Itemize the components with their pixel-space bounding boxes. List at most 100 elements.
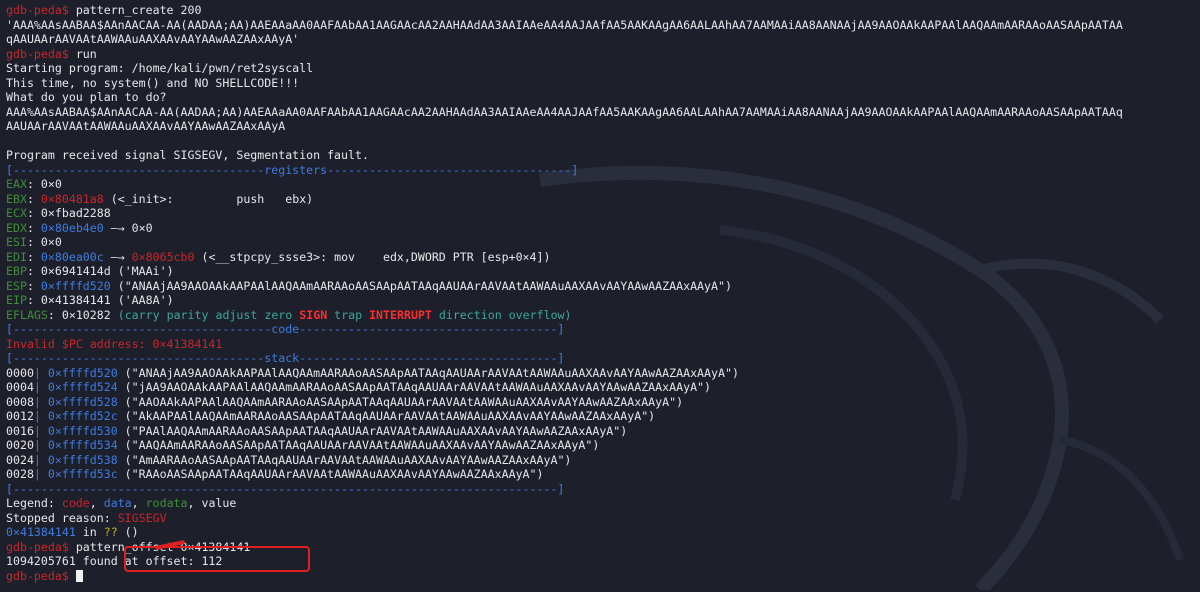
- stack-value: ("RAAoAASAApAATAAqAAUAArAAVAAtAAWAAuAAXA…: [117, 467, 544, 481]
- stack-row: 0012| 0×ffffd52c ("AkAAPAAlAAQAAmAARAAoA…: [6, 409, 656, 423]
- register-name: ECX: [6, 206, 27, 220]
- stack-row: 0016| 0×ffffd530 ("PAAlAAQAAmAARAAoAASAA…: [6, 423, 628, 438]
- stack-offset: 0020: [6, 438, 34, 452]
- stack-offset: 0000: [6, 365, 34, 380]
- frame-args: (): [117, 525, 139, 539]
- flag-adjust: adjust: [215, 307, 258, 322]
- text-cursor: [75, 569, 83, 582]
- legend-data: data: [103, 496, 132, 510]
- stack-offset: 0024: [6, 452, 34, 467]
- register-detail: ('MAAi'): [110, 264, 174, 278]
- register-esp: ESP: 0×ffffd520 ("ANAAjAA9AAOAAkAAPAAlAA…: [6, 278, 732, 293]
- stack-row: 0024| 0×ffffd538 ("AmAARAAoAASAApAATAAqA…: [6, 452, 572, 467]
- flag-parity: parity: [166, 307, 209, 322]
- stack-value: ("AAOAAkAAPAAlAAQAAmAARAAoAASAApAATAAqAA…: [117, 394, 684, 409]
- legend-separator: ,: [187, 496, 202, 510]
- register-value: 0×ffffd520: [40, 278, 111, 293]
- stack-value: ("AAQAAmAARAAoAASAApAATAAqAAUAArAAVAAtAA…: [117, 438, 600, 452]
- register-ebx: EBX: 0×80481a8 (<_init>: push ebx): [6, 191, 314, 206]
- register-detail: (<__stpcpy_ssse3>: mov edx,DWORD PTR [es…: [194, 249, 551, 264]
- output-line: This time, no system() and NO SHELLCODE!…: [6, 75, 300, 90]
- register-ecx: ECX: 0×fbad2288: [6, 206, 111, 220]
- output-line: 'AAA%AAsAABAA$AAnAACAA-AA(AADAA;AA)AAEAA…: [6, 17, 1123, 32]
- register-detail: (<_init>: push ebx): [103, 191, 314, 206]
- stack-value: ("AkAAPAAlAAQAAmAARAAoAASAApAATAAqAAUAAr…: [117, 409, 656, 423]
- register-name: EDX: [6, 220, 27, 235]
- command-line: gdb-peda$ pattern_create 200: [6, 3, 1196, 18]
- register-name: EBX: [6, 191, 27, 206]
- register-value: 0×41384141: [40, 293, 111, 307]
- stopped-prefix: Stopped reason:: [6, 510, 118, 525]
- register-value: 0×10282: [61, 307, 111, 322]
- output-line: AAUAArAAVAAtAAWAAuAAXAAvAAYAAwAAZAAxAAyA: [6, 119, 286, 133]
- flag-carry: carry: [124, 307, 160, 322]
- register-ebp: EBP: 0×6941414d ('MAAi'): [6, 264, 174, 278]
- stack-offset: 0004: [6, 380, 34, 394]
- legend-separator: ,: [89, 496, 104, 510]
- stack-address: 0×ffffd53c: [47, 467, 118, 481]
- stopped-reason: SIGSEGV: [117, 510, 167, 525]
- register-name: EBP: [6, 264, 27, 278]
- output-line: AAA%AAsAABAA$AAnAACAA-AA(AADAA;AA)AAEAAa…: [6, 104, 1123, 119]
- stack-value: ("jAA9AAOAAkAAPAAlAAQAAmAARAAoAASAApAATA…: [117, 380, 712, 394]
- end-divider: [---------------------------------------…: [6, 481, 565, 496]
- register-value: 0×80eb4e0: [40, 220, 104, 235]
- stack-address: 0×ffffd528: [47, 394, 118, 409]
- stack-divider: [------------------------------------sta…: [6, 351, 565, 365]
- stack-row: 0020| 0×ffffd534 ("AAQAAmAARAAoAASAApAAT…: [6, 438, 600, 452]
- stack-value: ("PAAlAAQAAmAARAAoAASAApAATAAqAAUAArAAVA…: [117, 423, 628, 438]
- arrow: —→: [103, 249, 132, 264]
- register-detail: —→ 0×0: [103, 220, 153, 235]
- register-value: 0×fbad2288: [40, 206, 111, 220]
- stack-value: ("AmAARAAoAASAApAATAAqAAUAArAAVAAtAAWAAu…: [117, 452, 572, 467]
- legend-value: value: [201, 496, 237, 510]
- flags-close: ): [564, 307, 572, 322]
- stack-address: 0×ffffd520: [47, 365, 118, 380]
- legend-rodata: rodata: [145, 496, 188, 510]
- register-name: ESP: [6, 278, 27, 293]
- command: run: [75, 46, 97, 61]
- legend-code: code: [61, 496, 90, 510]
- prompt: gdb-peda$: [6, 46, 69, 61]
- register-value: 0×0: [40, 235, 62, 249]
- registers-divider: [------------------------------------reg…: [6, 162, 579, 177]
- stack-row: 0028| 0×ffffd53c ("RAAoAASAApAATAAqAAUAA…: [6, 467, 544, 481]
- output-line: Starting program: /home/kali/pwn/ret2sys…: [6, 61, 314, 75]
- register-name: EFLAGS: [6, 307, 48, 322]
- stack-row: 0004| 0×ffffd524 ("jAA9AAOAAkAAPAAlAAQAA…: [6, 380, 712, 394]
- flag-overflow: overflow: [508, 307, 565, 322]
- stack-address: 0×ffffd538: [47, 452, 118, 467]
- code-divider: [-------------------------------------co…: [6, 322, 565, 336]
- register-eflags: EFLAGS: 0×10282 (carry parity adjust zer…: [6, 307, 572, 322]
- stack-address: 0×ffffd534: [47, 438, 118, 452]
- register-eip: EIP: 0×41384141 ('AA8A'): [6, 293, 174, 307]
- stack-row: 0000| 0×ffffd520 ("ANAAjAA9AAOAAkAAPAAlA…: [6, 365, 739, 380]
- flag-trap: trap: [334, 307, 363, 322]
- register-name: EDI: [6, 249, 27, 264]
- register-value: 0×80481a8: [40, 191, 104, 206]
- flag-direction: direction: [438, 307, 502, 322]
- output-line: What do you plan to do?: [6, 90, 167, 104]
- legend-separator: ,: [131, 496, 146, 510]
- prompt: gdb-peda$: [6, 568, 69, 583]
- frame-in: in: [75, 525, 104, 539]
- invalid-pc-line: Invalid $PC address: 0×41384141: [6, 336, 223, 351]
- frame-function: ??: [103, 525, 118, 539]
- register-edx: EDX: 0×80eb4e0 —→ 0×0: [6, 220, 153, 235]
- frame-line: 0×41384141 in ?? (): [6, 525, 1196, 540]
- register-value: 0×6941414d: [40, 264, 111, 278]
- flag-sign: SIGN: [299, 307, 328, 322]
- register-value: 0×0: [40, 177, 62, 191]
- register-value: 0×80ea00c: [40, 249, 104, 264]
- flag-interrupt: INTERRUPT: [369, 307, 432, 322]
- output-line: qAAUAArAAVAAtAAWAAuAAXAAvAAYAAwAAZAAxAAy…: [6, 32, 300, 46]
- register-detail: ('AA8A'): [110, 293, 174, 307]
- stack-row: 0008| 0×ffffd528 ("AAOAAkAAPAAlAAQAAmAAR…: [6, 394, 684, 409]
- stack-offset: 0012: [6, 409, 34, 423]
- terminal-window[interactable]: gdb-peda$ pattern_create 200 'AAA%AAsAAB…: [0, 0, 1200, 592]
- register-pointer: 0×8065cb0: [131, 249, 195, 264]
- command-line: gdb-peda$ run: [6, 47, 1196, 62]
- register-name: ESI: [6, 235, 27, 249]
- flags-open: (: [117, 307, 125, 322]
